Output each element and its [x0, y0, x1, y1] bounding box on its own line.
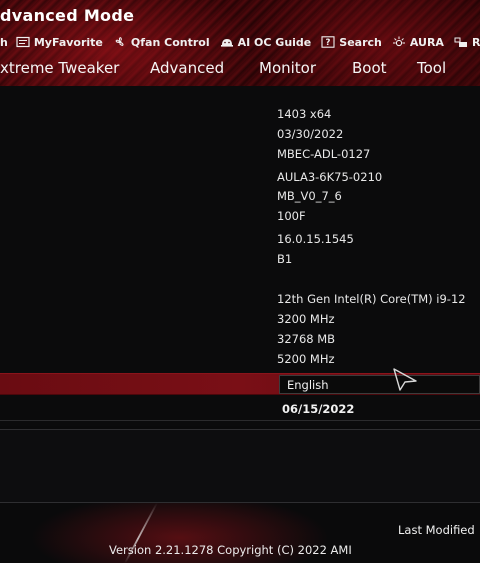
- search-label: Search: [339, 35, 382, 49]
- help-panel: [0, 429, 480, 503]
- myfavorite-label: MyFavorite: [33, 35, 103, 49]
- resize-bar-icon: [454, 36, 468, 48]
- svg-text:?: ?: [326, 38, 331, 48]
- processor-brand-value: 12th Gen Intel(R) Core(TM) i9-12: [277, 292, 466, 306]
- qfan-control-label: Qfan Control: [130, 35, 210, 49]
- tab-advanced[interactable]: Advanced: [150, 59, 224, 77]
- tab-monitor[interactable]: Monitor: [259, 59, 316, 77]
- aura-icon: [392, 36, 406, 48]
- language-select[interactable]: English: [279, 375, 480, 394]
- ai-oc-icon: [220, 36, 234, 48]
- me-firmware-value: 16.0.15.1545: [277, 232, 354, 246]
- aura-label: AURA: [409, 35, 444, 49]
- header-bar: dvanced Mode h MyFavorite Qfan Control A…: [0, 0, 480, 86]
- bios-version-value: 1403 x64: [277, 107, 332, 121]
- total-memory-value: 32768 MB: [277, 332, 336, 346]
- search-button[interactable]: ? Search: [321, 36, 382, 49]
- pch-stepping-value: B1: [277, 252, 293, 266]
- bios-screen: dvanced Mode h MyFavorite Qfan Control A…: [0, 0, 480, 563]
- qfan-control-button[interactable]: Qfan Control: [113, 36, 210, 49]
- ai-oc-guide-label: AI OC Guide: [237, 35, 312, 49]
- tab-boot[interactable]: Boot: [352, 59, 387, 77]
- tab-tool[interactable]: Tool: [417, 59, 446, 77]
- toolbar-partial-label: h: [0, 35, 8, 49]
- page-title: dvanced Mode: [0, 6, 135, 25]
- divider: [0, 420, 480, 421]
- myfavorite-button[interactable]: MyFavorite: [16, 36, 103, 49]
- myfavorite-icon: [16, 36, 30, 48]
- led-firmware-value: 100F: [277, 209, 306, 223]
- main-tabs: xtreme Tweaker Advanced Monitor Boot Too…: [0, 59, 480, 81]
- search-icon: ?: [321, 36, 335, 48]
- aura-button[interactable]: AURA: [392, 36, 444, 49]
- ai-oc-guide-button[interactable]: AI OC Guide: [220, 35, 312, 49]
- processor-speed-value: 3200 MHz: [277, 312, 335, 326]
- toolbar: h MyFavorite Qfan Control AI OC Guide ? …: [0, 34, 480, 50]
- mouse-cursor-icon: [393, 368, 417, 391]
- toolbar-item-partial[interactable]: h: [0, 36, 8, 49]
- aura-version-value: AULA3-6K75-0210: [277, 170, 383, 184]
- mb-version-value: MB_V0_7_6: [277, 189, 342, 203]
- system-date-value[interactable]: 06/15/2022: [282, 402, 354, 416]
- version-text: Version 2.21.1278 Copyright (C) 2022 AMI: [109, 543, 352, 557]
- tab-extreme-tweaker[interactable]: xtreme Tweaker: [0, 59, 119, 77]
- fan-icon: [113, 36, 127, 48]
- build-date-value: 03/30/2022: [277, 127, 344, 141]
- ec-version-value: MBEC-ADL-0127: [277, 147, 371, 161]
- last-modified-button[interactable]: Last Modified: [398, 523, 475, 537]
- memory-frequency-value: 5200 MHz: [277, 352, 335, 366]
- resize-bar-label: Re: [471, 35, 480, 49]
- resize-bar-button[interactable]: Re: [454, 36, 480, 49]
